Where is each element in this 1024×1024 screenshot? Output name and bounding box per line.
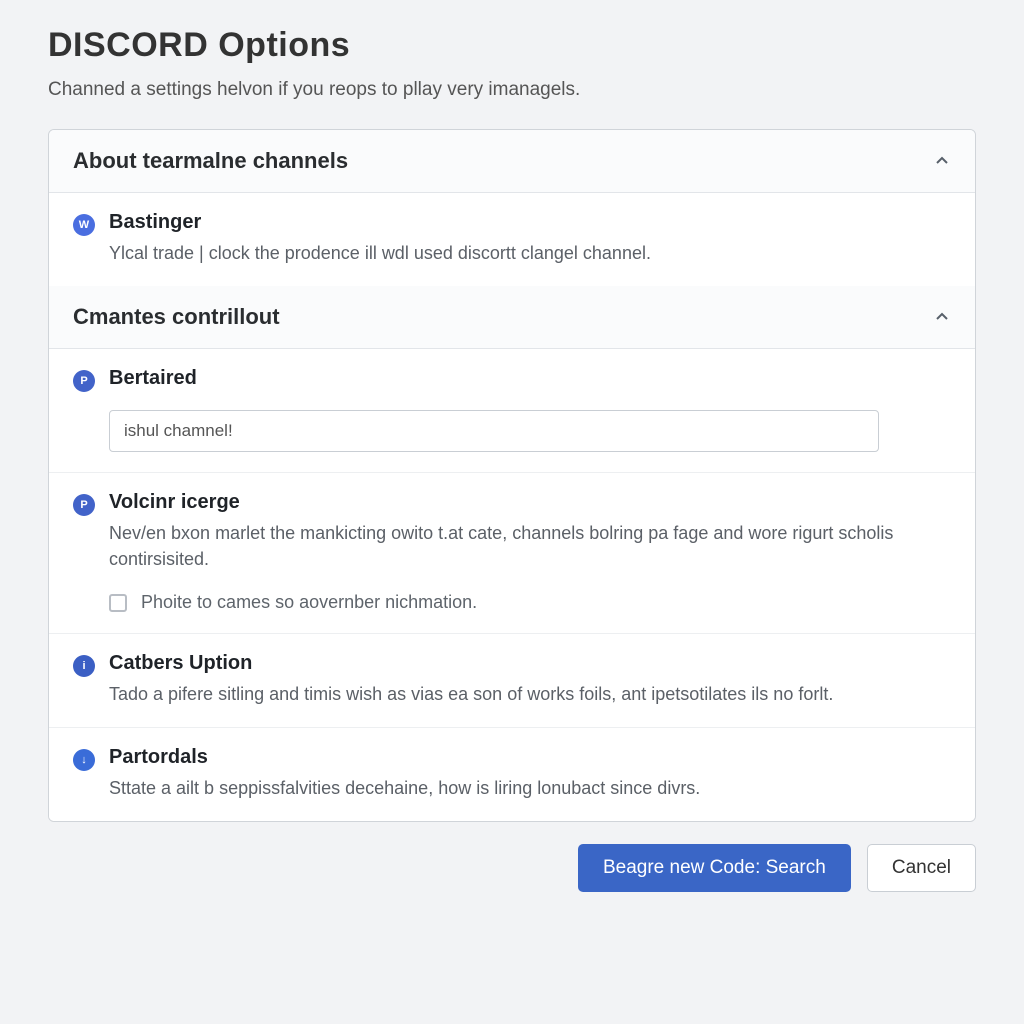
section-body-controls: P Bertaired P Volcinr icerge Nev/en bxon… bbox=[49, 349, 975, 821]
download-icon: ↓ bbox=[73, 749, 95, 771]
item-bastinger: W Bastinger Ylcal trade | clock the prod… bbox=[49, 193, 975, 286]
chevron-up-icon bbox=[933, 308, 951, 326]
item-desc: Sttate a ailt b seppissfalvities decehai… bbox=[109, 775, 951, 801]
badge-icon: W bbox=[73, 214, 95, 236]
item-bertaired: P Bertaired bbox=[49, 349, 975, 473]
section-title-controls: Cmantes contrillout bbox=[73, 304, 280, 330]
item-title: Catbers Uption bbox=[109, 652, 951, 675]
page-subtitle: Channed a settings helvon if you reops t… bbox=[48, 79, 976, 101]
options-card: About tearmalne channels W Bastinger Ylc… bbox=[48, 129, 976, 822]
item-volcinr: P Volcinr icerge Nev/en bxon marlet the … bbox=[49, 473, 975, 634]
badge-icon: P bbox=[73, 494, 95, 516]
cancel-button[interactable]: Cancel bbox=[867, 844, 976, 892]
item-desc: Ylcal trade | clock the prodence ill wdl… bbox=[109, 240, 951, 266]
primary-action-button[interactable]: Beagre new Code: Search bbox=[578, 844, 851, 892]
item-desc: Nev/en bxon marlet the mankicting owito … bbox=[109, 520, 951, 572]
item-title: Volcinr icerge bbox=[109, 491, 951, 514]
item-desc: Tado a pifere sitling and timis wish as … bbox=[109, 681, 951, 707]
channel-name-input[interactable] bbox=[109, 410, 879, 452]
item-title: Bertaired bbox=[109, 367, 951, 390]
item-title: Partordals bbox=[109, 746, 951, 769]
section-body-about: W Bastinger Ylcal trade | clock the prod… bbox=[49, 193, 975, 286]
section-header-about[interactable]: About tearmalne channels bbox=[49, 130, 975, 193]
section-title-about: About tearmalne channels bbox=[73, 148, 348, 174]
section-header-controls[interactable]: Cmantes contrillout bbox=[49, 286, 975, 349]
item-catbers: i Catbers Uption Tado a pifere sitling a… bbox=[49, 634, 975, 728]
page-title: DISCORD Options bbox=[48, 26, 976, 65]
badge-icon: P bbox=[73, 370, 95, 392]
info-icon: i bbox=[73, 655, 95, 677]
chevron-up-icon bbox=[933, 152, 951, 170]
item-title: Bastinger bbox=[109, 211, 951, 234]
item-partordals: ↓ Partordals Sttate a ailt b seppissfalv… bbox=[49, 728, 975, 821]
checkbox-phoite[interactable] bbox=[109, 594, 127, 612]
footer-actions: Beagre new Code: Search Cancel bbox=[48, 844, 976, 892]
checkbox-label: Phoite to cames so aovernber nichmation. bbox=[141, 592, 477, 613]
